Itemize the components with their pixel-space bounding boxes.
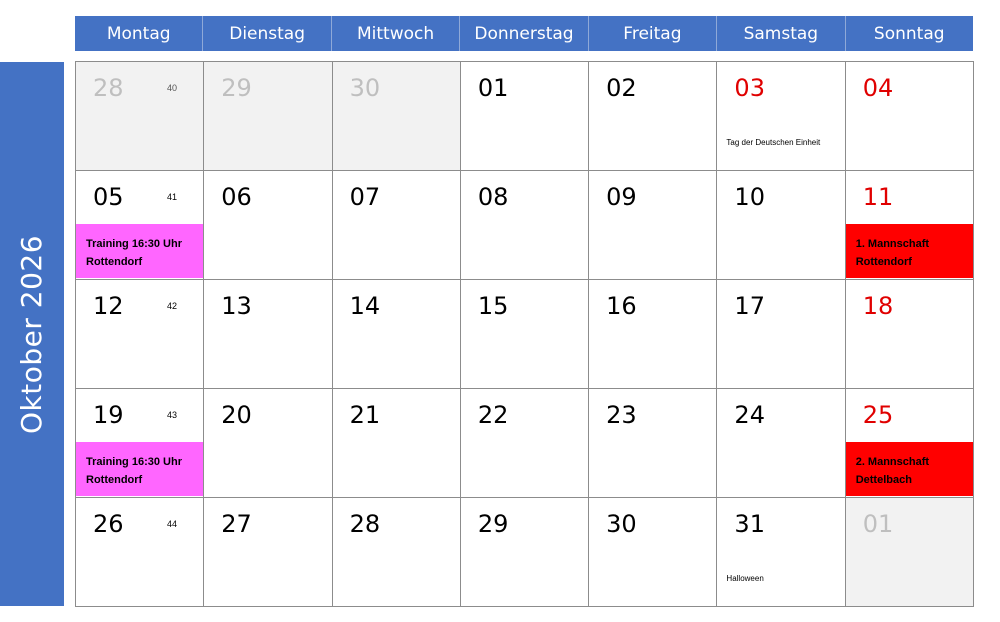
day-number: 16 [606,292,637,320]
day-number: 10 [734,183,765,211]
day-number: 08 [477,183,509,211]
day-number: 23 [606,401,637,429]
day-cell[interactable]: 20 [204,389,333,498]
day-cell[interactable]: 15 [460,280,590,389]
day-cell[interactable]: 22 [460,389,590,498]
week-number: 41 [167,192,178,202]
day-number: 11 [862,183,894,211]
day-cell[interactable]: 28 [332,498,461,607]
day-cell[interactable]: 29 [460,498,590,607]
day-number: 31 [734,510,765,538]
day-cell[interactable]: 19 43 Training 16:30 Uhr Rottendorf [76,389,205,498]
day-number: 26 [93,510,124,538]
day-cell[interactable]: 16 [589,280,718,389]
day-number: 03 [734,74,765,102]
weekday-tuesday: Dienstag [202,16,330,51]
day-number: 27 [221,510,252,538]
match-event[interactable]: 1. Mannschaft Rottendorf [845,224,973,278]
weekday-header: Montag Dienstag Mittwoch Donnerstag Frei… [75,16,973,51]
day-cell[interactable]: 01 [845,498,974,607]
day-cell[interactable]: 10 [717,171,846,280]
day-number: 29 [477,510,509,538]
day-number: 02 [606,74,637,102]
day-number: 25 [862,401,894,429]
day-cell[interactable]: 09 [589,171,718,280]
day-cell[interactable]: 27 [204,498,333,607]
day-number: 17 [734,292,765,320]
month-title: Oktober 2026 [15,234,49,434]
month-title-bar: Oktober 2026 [0,62,64,606]
match-event[interactable]: 2. Mannschaft Dettelbach [845,442,973,496]
day-number: 30 [606,510,637,538]
day-number: 20 [221,401,252,429]
day-cell[interactable]: 28 40 [76,62,205,171]
day-cell[interactable]: 18 [845,280,974,389]
day-number: 04 [862,74,894,102]
day-number: 09 [606,183,637,211]
day-number: 07 [349,183,381,211]
day-number: 15 [477,292,509,320]
weekday-wednesday: Mittwoch [330,16,459,51]
day-number: 28 [93,74,124,102]
day-number: 21 [349,401,381,429]
day-cell[interactable]: 23 [589,389,718,498]
day-number: 19 [93,401,124,429]
day-cell[interactable]: 05 41 Training 16:30 Uhr Rottendorf [76,171,205,280]
day-number: 30 [349,74,381,102]
day-cell[interactable]: 21 [332,389,461,498]
day-cell[interactable]: 01 [460,62,590,171]
day-cell[interactable]: 06 [204,171,333,280]
day-cell[interactable]: 08 [460,171,590,280]
weekday-saturday: Samstag [716,16,844,51]
week-number: 44 [167,519,178,529]
day-cell[interactable]: 30 [332,62,461,171]
training-event[interactable]: Training 16:30 Uhr Rottendorf [76,442,204,496]
weekday-thursday: Donnerstag [459,16,587,51]
day-number: 24 [734,401,765,429]
day-cell[interactable]: 29 [204,62,333,171]
day-number: 05 [93,183,124,211]
calendar-grid: 28 40 29 30 01 02 03 Tag der Deutschen Einheit 0… [75,61,974,607]
week-number: 40 [167,83,178,93]
day-number: 18 [862,292,894,320]
day-number: 06 [221,183,252,211]
day-cell[interactable]: 04 [845,62,974,171]
day-cell[interactable]: 25 2. Mannschaft Dettelbach [845,389,974,498]
day-cell[interactable]: 03 Tag der Deutschen Einheit [717,62,846,171]
day-cell[interactable]: 31 Halloween [717,498,846,607]
day-number: 12 [93,292,124,320]
weekday-friday: Freitag [587,16,716,51]
day-cell[interactable]: 13 [204,280,333,389]
day-cell[interactable]: 30 [589,498,718,607]
holiday-label: Tag der Deutschen Einheit [726,138,821,147]
day-number: 14 [349,292,381,320]
day-cell[interactable]: 07 [332,171,461,280]
training-event[interactable]: Training 16:30 Uhr Rottendorf [76,224,204,278]
week-number: 43 [167,410,178,420]
day-number: 13 [221,292,252,320]
day-cell[interactable]: 17 [717,280,846,389]
day-number: 29 [221,74,252,102]
day-number: 28 [349,510,381,538]
day-cell[interactable]: 11 1. Mannschaft Rottendorf [845,171,974,280]
weekday-monday: Montag [106,23,171,44]
day-cell[interactable]: 02 [589,62,718,171]
day-number: 01 [477,74,509,102]
day-number: 22 [477,401,509,429]
holiday-label: Halloween [726,574,764,583]
day-cell[interactable]: 12 42 [76,280,205,389]
weekday-sunday: Sonntag [844,16,973,51]
day-cell[interactable]: 24 [717,389,846,498]
day-cell[interactable]: 14 [332,280,461,389]
day-number: 01 [862,510,894,538]
week-number: 42 [167,301,178,311]
day-cell[interactable]: 26 44 [76,498,205,607]
